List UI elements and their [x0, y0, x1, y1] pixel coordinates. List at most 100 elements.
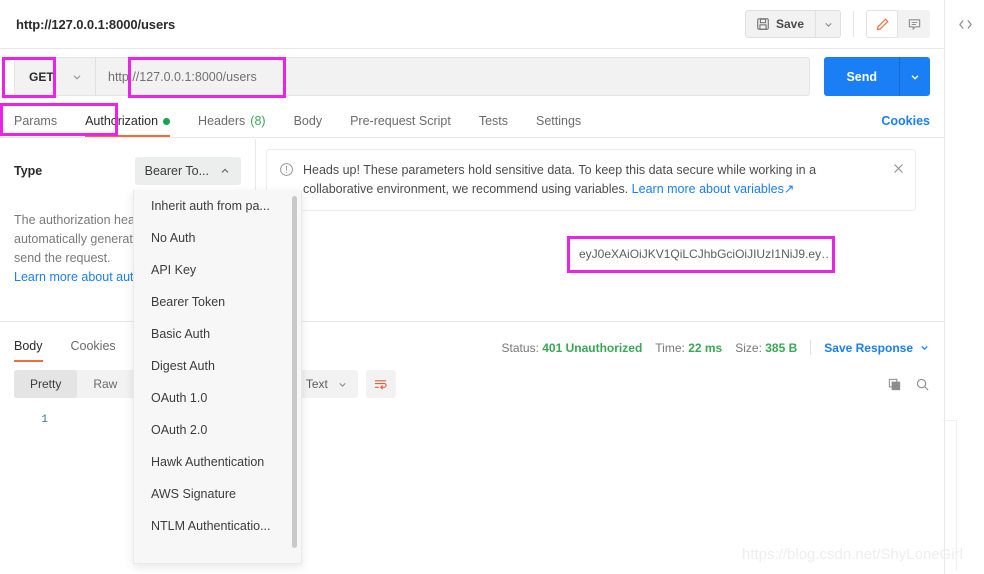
alert-line-2: environment, we recommend using variable…	[376, 182, 629, 196]
chevron-down-icon	[337, 379, 348, 390]
comments-button[interactable]	[898, 10, 930, 38]
save-options-button[interactable]	[815, 10, 841, 38]
auth-option-no-auth[interactable]: No Auth	[134, 222, 301, 254]
line-number: 1	[41, 414, 48, 426]
auth-option-ntlm[interactable]: NTLM Authenticatio...	[134, 510, 301, 542]
auth-option-oauth-2[interactable]: OAuth 2.0	[134, 414, 301, 446]
search-icon[interactable]	[915, 377, 930, 392]
tab-body-label: Body	[293, 114, 323, 128]
request-url-bar: GET http://127.0.0.1:8000/users Send	[0, 50, 944, 103]
external-link-arrow-icon: ↗	[783, 182, 795, 196]
view-toggle-group	[866, 10, 930, 38]
response-tab-cookies[interactable]: Cookies	[71, 339, 116, 362]
floppy-disk-icon	[756, 17, 770, 31]
comment-icon	[907, 17, 922, 32]
url-input-value: http://127.0.0.1:8000/users	[108, 69, 257, 84]
wrap-lines-icon	[373, 377, 388, 392]
save-response-button[interactable]: Save Response	[824, 341, 930, 355]
right-sidebar-rail	[944, 0, 984, 574]
time-value: 22 ms	[688, 340, 723, 355]
tab-headers[interactable]: Headers (8)	[198, 114, 266, 137]
response-time: Time: 22 ms	[655, 341, 722, 355]
wrap-lines-button[interactable]	[365, 370, 396, 398]
response-body-scrollbar-cap	[943, 420, 957, 421]
auth-type-select[interactable]: Bearer To...	[134, 157, 241, 185]
bearer-token-value: eyJ0eXAiOiJKV1QiLCJhbGciOiJIUzI1NiJ9.ey…	[579, 247, 828, 261]
tab-params[interactable]: Params	[14, 114, 57, 137]
response-tab-body[interactable]: Body	[14, 339, 43, 362]
view-mode-pretty[interactable]: Pretty	[14, 370, 78, 398]
auth-configured-dot-icon	[163, 117, 171, 125]
pencil-icon	[875, 17, 890, 32]
save-button-group: Save	[744, 10, 841, 38]
postman-app-window: http://127.0.0.1:8000/users Save GET htt…	[0, 0, 984, 574]
meta-divider	[810, 340, 812, 355]
auth-type-dropdown-menu[interactable]: Inherit auth from pa... No Auth API Key …	[133, 190, 302, 564]
auth-type-value: Bearer To...	[144, 164, 209, 178]
send-button[interactable]: Send	[824, 57, 900, 96]
size-value: 385 B	[765, 340, 798, 355]
auth-option-oauth-1[interactable]: OAuth 1.0	[134, 382, 301, 414]
code-brackets-icon[interactable]	[953, 12, 977, 36]
tab-body[interactable]: Body	[294, 114, 323, 137]
chevron-down-icon	[71, 71, 95, 83]
title-bar-actions: Save	[744, 10, 944, 38]
auth-type-row: Type Bearer To...	[14, 157, 241, 185]
tab-settings-label: Settings	[536, 114, 582, 128]
tab-settings[interactable]: Settings	[536, 114, 581, 137]
save-button[interactable]: Save	[744, 10, 815, 38]
tab-params-label: Params	[14, 114, 58, 128]
auth-type-label: Type	[14, 164, 43, 178]
tab-tests[interactable]: Tests	[479, 114, 508, 137]
dropdown-scrollbar[interactable]	[292, 196, 297, 548]
time-label: Time:	[655, 340, 685, 355]
page-title: http://127.0.0.1:8000/users	[16, 16, 176, 32]
status-label: Status:	[501, 340, 539, 355]
chevron-down-icon	[823, 19, 834, 30]
request-tab-bar: Params Authorization Headers (8) Body Pr…	[0, 104, 944, 138]
tab-pre-request-script[interactable]: Pre-request Script	[350, 114, 451, 137]
auth-option-api-key[interactable]: API Key	[134, 254, 301, 286]
http-method-selector[interactable]: GET	[14, 57, 95, 96]
response-size: Size: 385 B	[735, 341, 797, 355]
chevron-up-icon	[219, 165, 231, 177]
copy-icon[interactable]	[887, 377, 902, 392]
auth-option-digest-auth[interactable]: Digest Auth	[134, 350, 301, 382]
auth-option-hawk[interactable]: Hawk Authentication	[134, 446, 301, 478]
watermark: https://blog.csdn.net/ShyLoneGirl	[742, 546, 963, 563]
title-bar: http://127.0.0.1:8000/users Save	[0, 0, 944, 49]
send-options-button[interactable]	[900, 57, 930, 96]
tab-pre-request-script-label: Pre-request Script	[350, 114, 451, 128]
response-format-select[interactable]: Text	[295, 370, 358, 398]
alert-learn-more-link[interactable]: Learn more about variables	[632, 182, 784, 196]
response-tab-cookies-label: Cookies	[70, 339, 116, 353]
send-button-group: Send	[824, 57, 930, 96]
close-icon[interactable]	[892, 162, 905, 199]
sensitive-data-alert: Heads up! These parameters hold sensitiv…	[266, 149, 916, 211]
response-meta: Status: 401 Unauthorized Time: 22 ms Siz…	[502, 340, 930, 362]
auth-option-basic-auth[interactable]: Basic Auth	[134, 318, 301, 350]
chevron-down-icon	[919, 342, 930, 353]
tab-tests-label: Tests	[478, 114, 508, 128]
response-line-numbers: 1	[0, 414, 48, 426]
tab-authorization[interactable]: Authorization	[85, 114, 171, 137]
response-toolbar-right	[887, 377, 930, 392]
edit-request-button[interactable]	[866, 10, 898, 38]
tab-authorization-label: Authorization	[85, 114, 159, 128]
auth-option-aws-signature[interactable]: AWS Signature	[134, 478, 301, 510]
url-input[interactable]: http://127.0.0.1:8000/users	[95, 57, 811, 96]
size-label: Size:	[735, 340, 762, 355]
toolbar-divider	[853, 11, 854, 37]
auth-option-bearer-token[interactable]: Bearer Token	[134, 286, 301, 318]
bearer-token-input[interactable]: eyJ0eXAiOiJKV1QiLCJhbGciOiJIUzI1NiJ9.ey…	[570, 239, 828, 269]
save-button-label: Save	[775, 17, 804, 31]
status-value: 401 Unauthorized	[542, 340, 643, 355]
response-status: Status: 401 Unauthorized	[502, 341, 643, 355]
response-format-value: Text	[305, 377, 328, 391]
response-tab-body-label: Body	[14, 339, 43, 353]
tab-headers-label: Headers	[198, 114, 246, 128]
cookies-link[interactable]: Cookies	[881, 114, 930, 137]
view-mode-raw[interactable]: Raw	[77, 370, 133, 398]
save-response-label: Save Response	[824, 340, 913, 355]
auth-option-inherit[interactable]: Inherit auth from pa...	[134, 190, 301, 222]
